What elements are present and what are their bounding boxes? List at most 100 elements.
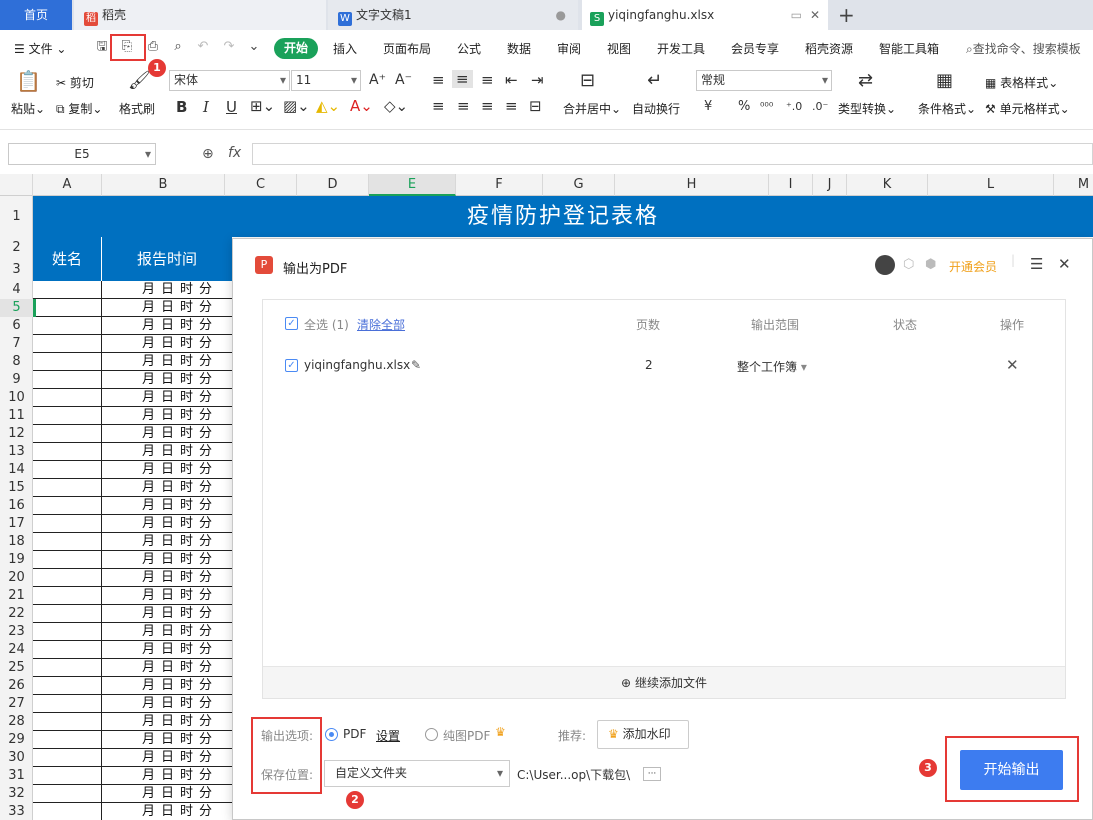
time-cell[interactable]: 月日时分 [102, 389, 233, 407]
row-header-29[interactable]: 29 [0, 731, 33, 749]
new-tab-icon[interactable]: + [838, 3, 855, 27]
decrease-font-icon[interactable]: A⁻ [395, 71, 412, 89]
row-header-25[interactable]: 25 [0, 659, 33, 677]
type-convert-icon[interactable]: ⇄ [858, 72, 873, 90]
time-cell[interactable]: 月日时分 [102, 623, 233, 641]
time-cell[interactable]: 月日时分 [102, 605, 233, 623]
time-cell[interactable]: 月日时分 [102, 371, 233, 389]
row-header-16[interactable]: 16 [0, 497, 33, 515]
add-watermark-button[interactable]: ♛ 添加水印 [597, 720, 689, 749]
name-cell[interactable] [33, 479, 102, 497]
conditional-format-icon[interactable]: ▦ [936, 72, 953, 90]
merge-center-button[interactable]: 合并居中⌄ [563, 100, 621, 117]
bold-button[interactable]: B [176, 98, 187, 116]
cell-style-button[interactable]: ⚒ 单元格样式⌄ [985, 100, 1070, 117]
row-header-2[interactable]: 2 [0, 237, 33, 259]
pin-icon[interactable]: ▭ [791, 0, 802, 30]
paste-icon[interactable]: 📋 [16, 71, 41, 91]
merge-icon[interactable]: ⊟ [580, 72, 595, 90]
row-header-12[interactable]: 12 [0, 425, 33, 443]
pdf-radio[interactable] [325, 728, 338, 741]
file-checkbox[interactable]: ✓ [285, 359, 298, 372]
name-cell[interactable] [33, 767, 102, 785]
copy-button[interactable]: ⧉ 复制⌄ [56, 100, 102, 117]
time-cell[interactable]: 月日时分 [102, 299, 233, 317]
name-cell[interactable] [33, 677, 102, 695]
row-header-6[interactable]: 6 [0, 317, 33, 335]
time-cell[interactable]: 月日时分 [102, 641, 233, 659]
time-cell[interactable]: 月日时分 [102, 461, 233, 479]
type-convert-button[interactable]: 类型转换⌄ [838, 100, 896, 117]
row-header-30[interactable]: 30 [0, 749, 33, 767]
column-header-g[interactable]: G [543, 174, 615, 196]
column-header-h[interactable]: H [615, 174, 769, 196]
underline-button[interactable]: U [226, 98, 237, 116]
name-cell[interactable] [33, 461, 102, 479]
number-format-select[interactable]: 常规 ▾ [696, 70, 832, 91]
name-cell[interactable] [33, 317, 102, 335]
avatar[interactable] [875, 255, 895, 275]
tab-start[interactable]: 开始 [274, 38, 318, 59]
fill-pattern-icon[interactable]: ▨⌄ [283, 97, 310, 115]
menu-insert[interactable]: 插入 [333, 40, 357, 57]
tab-document[interactable]: W 文字文稿1 ● [328, 0, 578, 30]
row-header-27[interactable]: 27 [0, 695, 33, 713]
print-icon[interactable]: ⎙ [145, 39, 161, 55]
name-cell[interactable] [33, 497, 102, 515]
increase-decimal-icon[interactable]: ⁺.0 [786, 98, 802, 116]
row-header-17[interactable]: 17 [0, 515, 33, 533]
output-range-select[interactable]: 整个工作簿 ▾ [737, 358, 807, 375]
indent-decrease-icon[interactable]: ⇤ [505, 71, 518, 89]
name-box[interactable]: E5 ▾ [8, 143, 156, 165]
edit-icon[interactable]: ✎ [411, 358, 421, 372]
row-header-7[interactable]: 7 [0, 335, 33, 353]
increase-font-icon[interactable]: A⁺ [369, 71, 386, 89]
wrap-icon[interactable]: ↵ [647, 72, 662, 90]
brush-icon[interactable]: 🖌 [128, 72, 151, 90]
menu-developer[interactable]: 开发工具 [657, 40, 705, 57]
clear-format-icon[interactable]: ◇⌄ [384, 97, 408, 115]
column-header-j[interactable]: J [813, 174, 847, 196]
row-header-8[interactable]: 8 [0, 353, 33, 371]
menu-view[interactable]: 视图 [607, 40, 631, 57]
time-cell[interactable]: 月日时分 [102, 731, 233, 749]
row-header-33[interactable]: 33 [0, 803, 33, 820]
row-header-20[interactable]: 20 [0, 569, 33, 587]
sheet-title[interactable]: 疫情防护登记表格 [33, 196, 1093, 237]
font-size-select[interactable]: 11 ▾ [291, 70, 361, 91]
row-header-4[interactable]: 4 [0, 281, 33, 299]
cut-button[interactable]: ✂ 剪切 [56, 74, 94, 91]
menu-review[interactable]: 审阅 [557, 40, 581, 57]
formula-input[interactable] [252, 143, 1093, 165]
time-cell[interactable]: 月日时分 [102, 407, 233, 425]
remove-file-icon[interactable]: ✕ [1006, 356, 1019, 374]
row-header-22[interactable]: 22 [0, 605, 33, 623]
time-cell[interactable]: 月日时分 [102, 767, 233, 785]
menu-page-layout[interactable]: 页面布局 [383, 40, 431, 57]
column-header-f[interactable]: F [456, 174, 543, 196]
menu-data[interactable]: 数据 [507, 40, 531, 57]
row-header-24[interactable]: 24 [0, 641, 33, 659]
row-header-26[interactable]: 26 [0, 677, 33, 695]
time-cell[interactable]: 月日时分 [102, 587, 233, 605]
row-header-13[interactable]: 13 [0, 443, 33, 461]
italic-button[interactable]: I [203, 98, 209, 116]
distribute-icon[interactable]: ⊟ [529, 97, 542, 115]
name-cell[interactable] [33, 533, 102, 551]
table-style-button[interactable]: ▦ 表格样式⌄ [985, 74, 1058, 91]
vip-link[interactable]: 开通会员 [949, 258, 997, 275]
row-header-10[interactable]: 10 [0, 389, 33, 407]
name-cell[interactable] [33, 695, 102, 713]
name-cell[interactable] [33, 623, 102, 641]
time-cell[interactable]: 月日时分 [102, 533, 233, 551]
tab-spreadsheet[interactable]: Syiqingfanghu.xlsx ▭ ✕ [582, 0, 828, 30]
column-header-e[interactable]: E [369, 174, 456, 196]
name-cell[interactable] [33, 713, 102, 731]
wrap-text-button[interactable]: 自动换行 [632, 100, 680, 117]
time-cell[interactable]: 月日时分 [102, 749, 233, 767]
name-cell[interactable] [33, 389, 102, 407]
menu-icon[interactable]: ☰ [1030, 255, 1043, 273]
row-header-21[interactable]: 21 [0, 587, 33, 605]
image-pdf-radio[interactable] [425, 728, 438, 741]
align-top-icon[interactable]: ≡ [432, 71, 445, 89]
